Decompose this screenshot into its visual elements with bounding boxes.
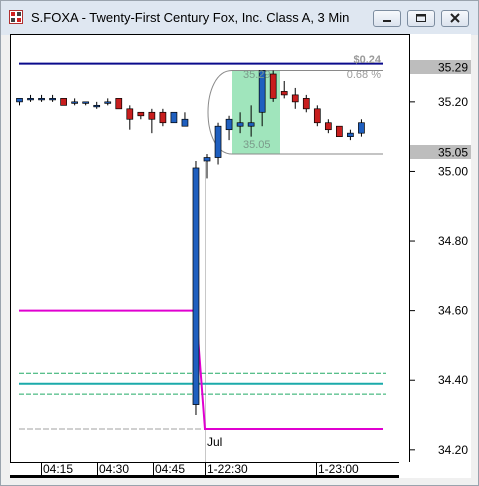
candle-up [49,98,56,101]
candle-up [192,167,200,405]
minimize-button[interactable] [373,10,401,27]
restore-icon [416,14,426,22]
range-high-label: 35.29 [243,69,271,81]
range-percent-label: 0.68 % [347,69,381,81]
level-lines [19,62,386,430]
window-title: S.FOXA - Twenty-First Century Fox, Inc. … [31,10,350,25]
candle-down [115,98,123,110]
restore-button[interactable] [407,10,435,27]
price-tick-label: 34.20 [438,443,468,457]
time-tick-label: 04:15 [43,462,73,476]
price-tick-label: 35.20 [438,95,468,109]
candle-down [280,91,288,96]
candle-up [236,122,244,127]
price-tag-upper-label: 35.29 [438,61,468,75]
price-tick-label: 34.60 [438,304,468,318]
candle-down [148,111,156,120]
price-chart[interactable]: 04:15 04:30 04:45 1-22:30 1-23:00 Jul 35.20 3… [10,34,471,478]
candle-down [302,98,310,110]
candle-up [181,118,189,127]
candle-up [93,104,101,108]
range-dollar-label: $0.24 [353,54,381,66]
candle-down [126,108,134,120]
app-icon [9,10,23,24]
time-tick-label: 04:30 [99,462,129,476]
minimize-icon [383,20,391,22]
candles [16,70,365,416]
candle-down [336,125,343,138]
candle-up [214,125,222,158]
candle-down [60,98,67,106]
candle-up [16,98,23,103]
candle-up [170,111,178,124]
date-label: Jul [207,435,222,449]
range-low-label: 35.05 [243,139,271,151]
magenta-level-line [19,309,383,430]
candle-up [38,98,45,101]
candle-up [247,122,255,127]
candle-up [71,101,79,104]
candle-up [82,101,90,104]
time-tick-label: 1-23:00 [318,462,359,476]
candle-up [225,118,233,131]
candle-up [104,101,112,104]
candle-up [347,132,354,138]
price-tag-lower-label: 35.05 [438,146,468,160]
candle-down [313,108,321,124]
chart-window: S.FOXA - Twenty-First Century Fox, Inc. … [0,0,479,486]
price-tick-label: 34.80 [438,234,468,248]
price-tick-label: 34.40 [438,373,468,387]
close-button[interactable] [441,10,469,27]
chart-frame: 04:15 04:30 04:45 1-22:30 1-23:00 Jul 35.20 3… [10,34,471,478]
range-selection[interactable] [207,70,383,155]
time-tick-label: 04:45 [155,462,185,476]
candle-down [137,111,145,117]
time-tick-label: 1-22:30 [207,462,248,476]
candle-down [324,122,332,131]
title-bar[interactable]: S.FOXA - Twenty-First Century Fox, Inc. … [1,1,478,35]
close-icon [450,13,460,23]
candle-down [269,73,277,99]
candle-up [27,98,34,101]
price-tick-label: 35.00 [438,164,468,178]
candle-up [358,122,365,134]
candle-down [159,111,167,124]
candle-up [203,157,211,162]
candle-down [291,94,299,103]
